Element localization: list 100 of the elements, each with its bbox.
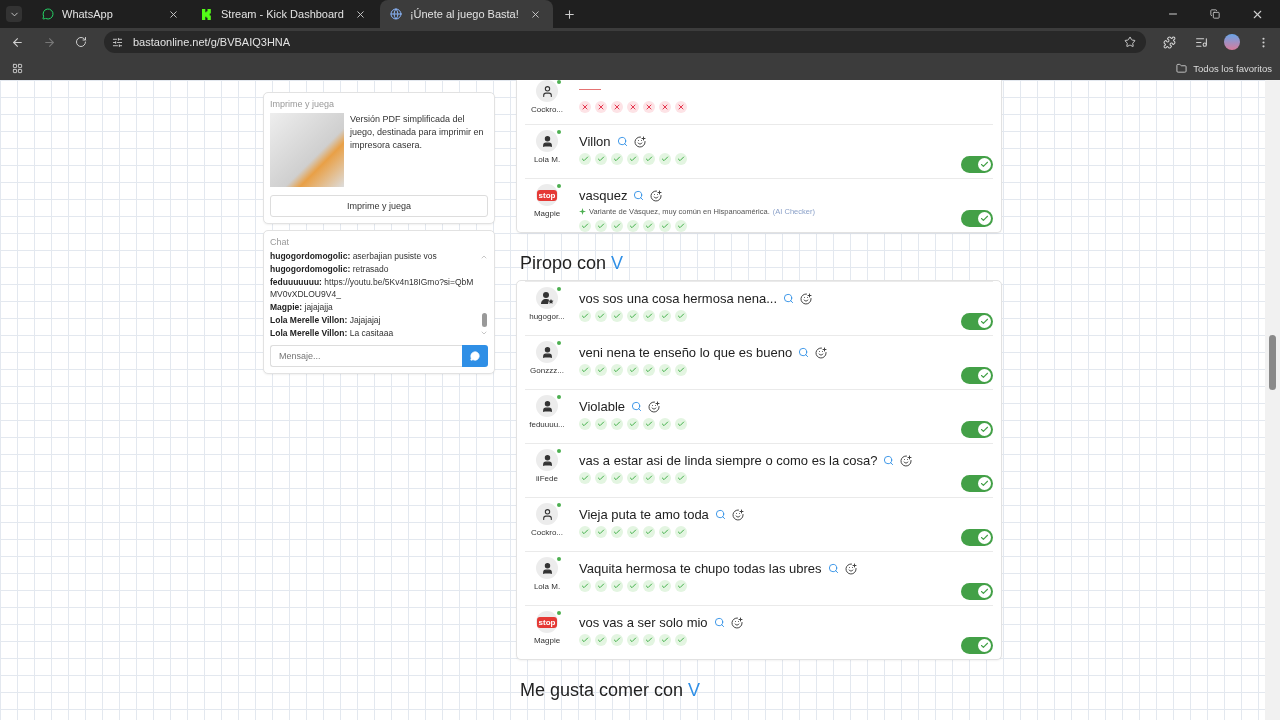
scrollbar-thumb[interactable] [481, 313, 487, 327]
chat-message: Magpie: jajajajja [270, 301, 334, 313]
toggle-switch[interactable] [961, 156, 993, 173]
chat-bubble-icon [42, 8, 54, 20]
online-dot [557, 557, 561, 561]
check-icon [980, 479, 989, 488]
print-button[interactable]: Imprime y juega [270, 195, 488, 217]
toggle-switch[interactable] [961, 367, 993, 384]
search-icon[interactable] [783, 293, 794, 304]
search-icon[interactable] [616, 136, 628, 147]
online-dot [557, 287, 561, 291]
card-title: Imprime y juega [270, 99, 336, 109]
search-icon[interactable] [631, 401, 643, 412]
answer-text: Violable [579, 399, 626, 414]
profile-avatar[interactable] [1224, 34, 1240, 50]
bookmark-star-icon [1124, 36, 1136, 48]
page-scrollbar-thumb[interactable] [1269, 335, 1276, 390]
back-arrow-icon [10, 35, 24, 49]
forward-arrow-icon [42, 35, 56, 49]
toggle-switch[interactable] [961, 529, 993, 546]
close-icon [355, 8, 367, 20]
close-icon [167, 8, 179, 20]
player-name: Gonzzz... [530, 366, 564, 375]
player-name: iiFede [536, 474, 558, 483]
toggle-switch[interactable] [961, 421, 993, 438]
smile-plus-icon[interactable] [650, 189, 663, 202]
all-bookmarks-link[interactable]: Todos los favoritos [1193, 62, 1272, 74]
player-name: Lola M. [533, 155, 561, 164]
smile-plus-icon[interactable] [815, 346, 828, 359]
player-name: hugogor... [529, 312, 565, 321]
search-icon[interactable] [798, 347, 810, 358]
player-name: Magpie [533, 209, 561, 218]
browser-tab[interactable]: Stream - Kick Dashboard [192, 0, 378, 28]
check-icon [980, 371, 989, 380]
online-dot [557, 449, 561, 453]
music-list-icon [1194, 35, 1208, 49]
toggle-switch[interactable] [961, 210, 993, 227]
chat-bubble-icon [470, 351, 480, 361]
chat-message: hugogordomogolic: retrasado [270, 264, 390, 276]
answer-text: vos vas a ser solo mio [579, 615, 708, 630]
search-icon[interactable] [713, 617, 725, 628]
send-button[interactable] [462, 345, 488, 367]
print-description: Versión PDF simplificada del juego, destinada para imprimir en impresora casera. [350, 113, 485, 152]
browser-tab[interactable]: ¡Únete al juego Basta! [379, 0, 553, 28]
player-name: Magpie [533, 636, 561, 645]
smile-plus-icon[interactable] [730, 616, 743, 629]
extensions-button[interactable] [1160, 33, 1178, 51]
browser-tab[interactable]: WhatsApp [32, 0, 190, 28]
online-dot [557, 80, 561, 84]
check-icon [980, 317, 989, 326]
chat-title: Chat [270, 237, 290, 247]
smile-plus-icon[interactable] [800, 292, 812, 305]
smile-plus-icon[interactable] [633, 135, 646, 148]
smile-plus-icon[interactable] [648, 400, 661, 413]
chat-message: hugogordomogolic: aserbajian pusiste vos [270, 251, 438, 263]
check-icon [980, 425, 989, 434]
smile-plus-icon[interactable] [844, 562, 857, 575]
address-bar[interactable]: bastaonline.net/g/BVBAIQ3HNA [104, 31, 1146, 53]
check-icon [980, 641, 989, 650]
answer-text: Vieja puta te amo toda [579, 507, 709, 522]
message-input[interactable]: Mensaje... [270, 345, 462, 367]
toggle-switch[interactable] [961, 313, 993, 330]
chat-message: Lola Merelle Villon: La casitaaa [270, 327, 395, 339]
answer-text: vos sos una cosa hermosa nena... [579, 291, 777, 306]
online-dot [557, 503, 561, 507]
close-icon [530, 8, 542, 20]
search-icon[interactable] [827, 563, 839, 574]
page-scrollbar[interactable] [1265, 80, 1280, 720]
reload-icon [75, 36, 87, 48]
check-icon [980, 214, 989, 223]
check-icon [980, 160, 989, 169]
search-icon[interactable] [883, 455, 895, 466]
answer-text: Villon [579, 134, 611, 149]
category-heading: Me gusta comer con V [520, 680, 702, 701]
online-dot [557, 611, 561, 615]
search-icon[interactable] [714, 509, 726, 520]
toggle-switch[interactable] [961, 475, 993, 492]
online-dot [557, 130, 561, 134]
scroll-up-icon[interactable] [480, 253, 488, 261]
search-icon[interactable] [633, 190, 645, 201]
smile-plus-icon[interactable] [900, 454, 913, 467]
player-name: Cockro... [531, 105, 563, 114]
sparkle-icon [579, 208, 586, 215]
toggle-switch[interactable] [961, 583, 993, 600]
answer-text: vas a estar asi de linda siempre o como es la cosa? [579, 453, 878, 468]
online-dot [557, 184, 561, 188]
check-icon [980, 587, 989, 596]
toggle-switch[interactable] [961, 637, 993, 654]
site-settings-icon [112, 36, 123, 48]
scroll-down-icon[interactable] [480, 329, 488, 337]
smile-plus-icon[interactable] [731, 508, 744, 521]
answer-text: veni nena te enseño lo que es bueno [579, 345, 793, 360]
category-heading: Piropo con V [520, 253, 625, 274]
empty-answer-line [579, 89, 601, 90]
tab-list-button[interactable] [6, 6, 22, 22]
folder-icon [1176, 62, 1188, 74]
answer-text: vasquez [579, 188, 628, 203]
online-dot [557, 341, 561, 345]
plus-icon [563, 7, 577, 21]
k-logo-icon [202, 8, 213, 20]
